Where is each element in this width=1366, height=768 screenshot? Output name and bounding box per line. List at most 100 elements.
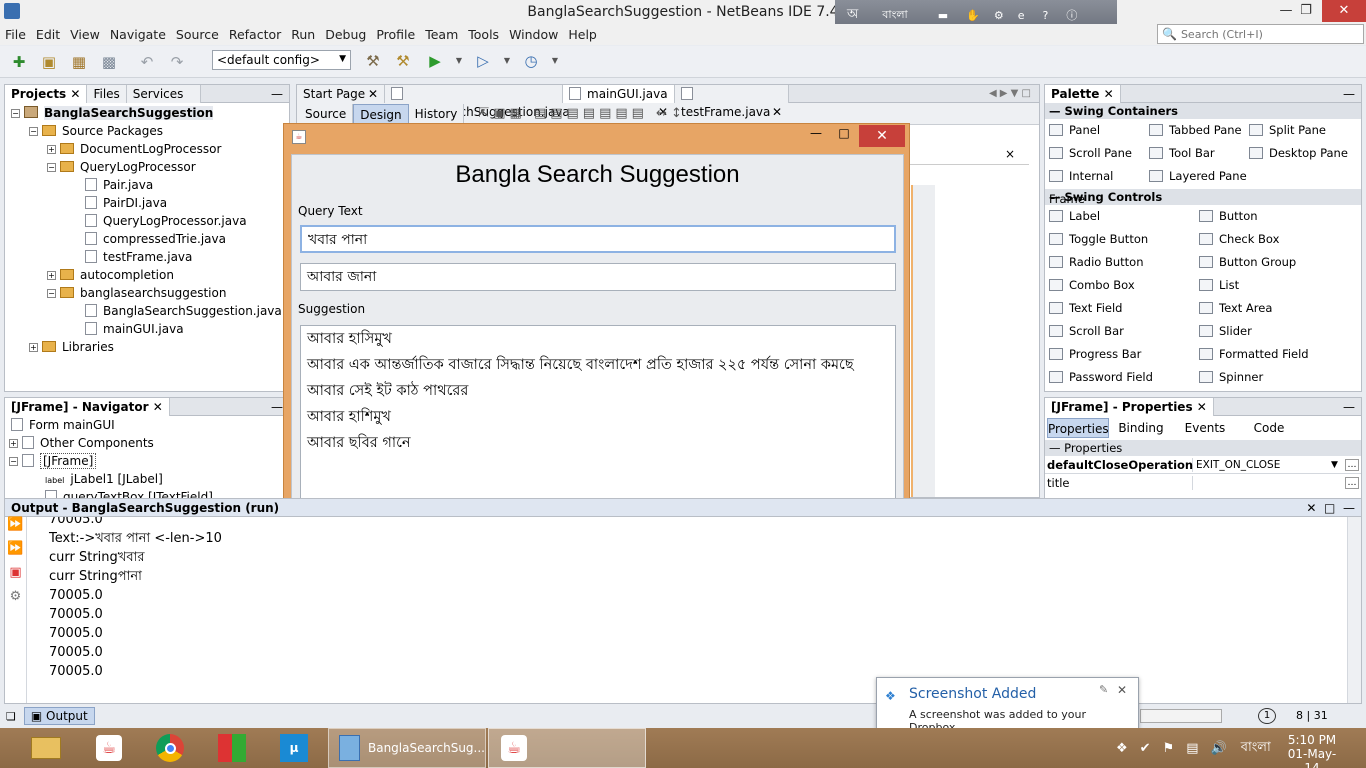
utorrent-icon[interactable]: µ	[274, 728, 314, 768]
design-toolbar-icons[interactable]: ⇱▣▦ ▤▤▤▤▤▤▤ ↔↕	[478, 106, 686, 121]
suggestion-item[interactable]: আবার সেই ইট কাঠ পাথরের	[301, 378, 895, 404]
new-project-icon[interactable]: ▣	[38, 51, 60, 73]
palette-item[interactable]: Combo Box	[1049, 274, 1199, 297]
properties-section[interactable]: — Properties	[1045, 440, 1361, 456]
profile-dropdown-icon[interactable]: ▼	[550, 50, 560, 72]
palette-item[interactable]: Progress Bar	[1049, 343, 1199, 366]
undo-icon[interactable]: ↶	[136, 51, 158, 73]
ide-search-input[interactable]	[1180, 27, 1351, 41]
palette-item[interactable]: Button	[1199, 205, 1349, 228]
taskbar-java-app[interactable]: ☕	[488, 728, 646, 768]
java-icon[interactable]: ☕	[89, 728, 129, 768]
tree-item-file[interactable]: Pair.java	[5, 176, 289, 194]
palette-item[interactable]: Text Field	[1049, 297, 1199, 320]
dropbox-notification[interactable]: ❖ Screenshot Added A screenshot was adde…	[876, 677, 1139, 734]
suggestion-item[interactable]: আবার হাশিমুখ	[301, 404, 895, 430]
palette-item[interactable]: Check Box	[1199, 228, 1349, 251]
palette-item[interactable]: Tabbed Pane	[1149, 119, 1249, 142]
notification-count[interactable]: 1	[1258, 708, 1276, 724]
menu-help[interactable]: Help	[568, 27, 597, 42]
suggestion-item[interactable]: আবার এক আন্তর্জাতিক বাজারে সিদ্ধান্ত নিয…	[301, 352, 895, 378]
rerun-icon[interactable]: ⏩	[5, 517, 26, 541]
stop-icon[interactable]: ▣	[5, 565, 26, 589]
tab-palette[interactable]: Palette ✕	[1045, 84, 1121, 103]
tree-item-package[interactable]: + autocompletion	[5, 266, 289, 284]
restore-icon[interactable]: ❏	[6, 710, 16, 723]
menu-edit[interactable]: Edit	[36, 27, 60, 42]
tab-maingui[interactable]: mainGUI.java ✕	[563, 84, 675, 119]
tree-item-file[interactable]: testFrame.java	[5, 248, 289, 266]
output-scrollbar[interactable]	[1347, 517, 1361, 703]
palette-item[interactable]: Split Pane	[1249, 119, 1349, 142]
tab-files[interactable]: Files	[87, 84, 127, 103]
rerun-different-icon[interactable]: ⏩	[5, 541, 26, 565]
palette-section-containers[interactable]: — Swing Containers	[1045, 103, 1361, 119]
settings-icon[interactable]: ⚙	[994, 9, 1004, 22]
run-dropdown-icon[interactable]: ▼	[454, 50, 464, 72]
subtab-history[interactable]: History	[408, 103, 465, 124]
palette-item[interactable]: Button Group	[1199, 251, 1349, 274]
query-input[interactable]: খবার পানা	[300, 225, 896, 253]
tree-item-file[interactable]: compressedTrie.java	[5, 230, 289, 248]
chevron-down-icon[interactable]: ▼	[1331, 460, 1345, 470]
tree-item-libraries[interactable]: + Libraries	[5, 338, 289, 356]
tree-item-package[interactable]: + DocumentLogProcessor	[5, 140, 289, 158]
save-all-icon[interactable]: ▩	[98, 51, 120, 73]
help-icon[interactable]: ?	[1042, 9, 1048, 22]
tree-item-file[interactable]: mainGUI.java	[5, 320, 289, 338]
subtab-source[interactable]: Source	[299, 103, 354, 124]
debug-icon[interactable]: ▷	[472, 50, 494, 72]
subtab-events[interactable]: Events	[1173, 421, 1237, 435]
subtab-properties[interactable]: Properties	[1047, 418, 1109, 438]
profile-icon[interactable]: ◷	[520, 50, 542, 72]
close-designer-icon[interactable]: ×	[909, 143, 1029, 165]
menu-debug[interactable]: Debug	[325, 27, 366, 42]
property-row[interactable]: defaultCloseOperation EXIT_ON_CLOSE ▼ …	[1045, 456, 1361, 474]
palette-item[interactable]: Spinner	[1199, 366, 1349, 389]
menu-tools[interactable]: Tools	[468, 27, 499, 42]
close-icon[interactable]: ✕	[1117, 683, 1127, 697]
tree-item-file[interactable]: BanglaSearchSuggestion.java	[5, 302, 289, 320]
palette-section-controls[interactable]: — Swing Controls	[1045, 189, 1361, 205]
palette-item[interactable]: Panel	[1049, 119, 1149, 142]
palette-item[interactable]: Internal Frame	[1049, 165, 1149, 206]
langbar-language[interactable]: বাংলা	[882, 6, 907, 25]
palette-item[interactable]: Formatted Field	[1199, 343, 1349, 366]
close-window-button[interactable]: ✕	[1322, 0, 1366, 22]
chrome-icon[interactable]	[150, 728, 190, 768]
property-row[interactable]: title …	[1045, 474, 1361, 492]
palette-item[interactable]: Slider	[1199, 320, 1349, 343]
menu-view[interactable]: View	[70, 27, 100, 42]
palette-item[interactable]: Radio Button	[1049, 251, 1199, 274]
tray-language[interactable]: বাংলা	[1241, 738, 1271, 759]
tree-item-file[interactable]: QueryLogProcessor.java	[5, 212, 289, 230]
winrar-icon[interactable]	[212, 728, 252, 768]
debug-dropdown-icon[interactable]: ▼	[502, 50, 512, 72]
ie-icon[interactable]: e	[1018, 9, 1025, 22]
info-icon[interactable]: ⓘ	[1066, 7, 1077, 23]
open-project-icon[interactable]: ▦	[68, 51, 90, 73]
palette-item[interactable]: Layered Pane	[1149, 165, 1249, 188]
menu-refactor[interactable]: Refactor	[229, 27, 281, 42]
subtab-binding[interactable]: Binding	[1109, 421, 1173, 435]
output-window-controls[interactable]: ✕ □ —	[279, 501, 1361, 515]
palette-item[interactable]: Label	[1049, 205, 1199, 228]
security-icon[interactable]: ✔	[1140, 741, 1151, 756]
suggestion-item[interactable]: আবার ছবির গানে	[301, 430, 895, 456]
dropbox-tray-icon[interactable]: ❖	[1116, 741, 1128, 756]
minimize-panel-icon[interactable]: —	[1121, 87, 1361, 101]
redo-icon[interactable]: ↷	[166, 51, 188, 73]
nav-item[interactable]: − [JFrame]	[5, 452, 289, 470]
app-close-button[interactable]: ✕	[859, 125, 905, 147]
maximize-button[interactable]: ❐	[1290, 0, 1322, 22]
app-minimize-button[interactable]: —	[804, 126, 828, 146]
palette-item[interactable]: List	[1199, 274, 1349, 297]
ellipsis-button[interactable]: …	[1345, 458, 1359, 471]
tree-item-project[interactable]: − BanglaSearchSuggestion	[5, 104, 289, 122]
menu-run[interactable]: Run	[291, 27, 315, 42]
flag-icon[interactable]: ⚑	[1163, 741, 1175, 756]
menu-navigate[interactable]: Navigate	[110, 27, 166, 42]
app-maximize-button[interactable]: □	[832, 126, 856, 146]
clean-build-icon[interactable]: ⚒	[392, 50, 414, 72]
menu-team[interactable]: Team	[425, 27, 458, 42]
